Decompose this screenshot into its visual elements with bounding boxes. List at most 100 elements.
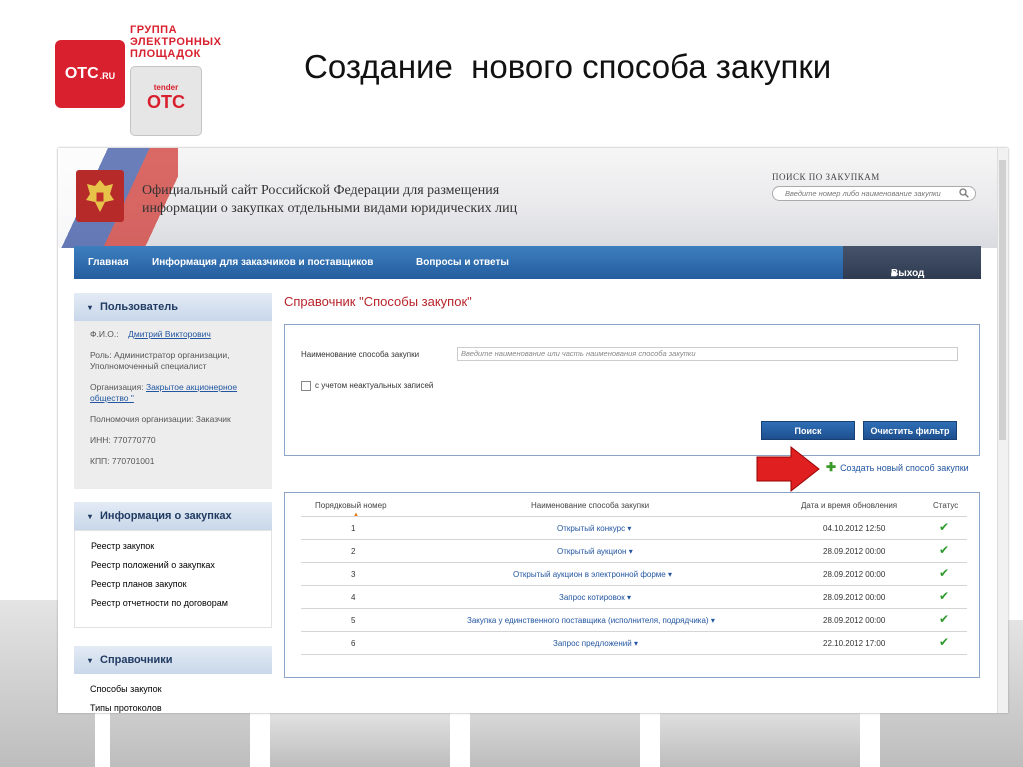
- row-number: 3: [351, 570, 356, 579]
- row-number: 5: [351, 616, 356, 625]
- status-check-icon: ✔: [939, 543, 950, 557]
- table-row[interactable]: 6 Запрос предложений ▾ 22.10.2012 17:00 …: [301, 632, 967, 655]
- row-date: 28.09.2012 00:00: [823, 616, 886, 625]
- group-caption: ГРУППА ЭЛЕКТРОННЫХ ПЛОЩАДОК: [130, 24, 221, 60]
- slide-title: Создание нового способа закупки: [304, 48, 832, 85]
- row-date: 28.09.2012 00:00: [823, 593, 886, 602]
- row-method-name[interactable]: Закупка у единственного поставщика (испо…: [467, 616, 715, 625]
- sidebar-refs: ▾ Справочники Способы закупок Типы проток…: [74, 646, 272, 713]
- create-method-label: Создать новый способ закупки: [840, 463, 969, 473]
- sidebar-refs-header[interactable]: ▾ Справочники: [74, 646, 272, 674]
- row-method-name[interactable]: Запрос предложений ▾: [553, 639, 638, 648]
- link-purchase-methods[interactable]: Способы закупок: [90, 684, 162, 694]
- link-protocol-types[interactable]: Типы протоколов: [90, 703, 162, 713]
- sidebar-purchases-header[interactable]: ▾ Информация о закупках: [74, 502, 272, 530]
- row-method-name-text: Запрос предложений: [553, 639, 632, 648]
- sidebar-purchases: ▾ Информация о закупках Реестр закупок Ре…: [74, 502, 272, 628]
- nav-info[interactable]: Информация для заказчиков и поставщиков: [152, 257, 373, 268]
- method-name-input[interactable]: Введите наименование или часть наименова…: [457, 347, 958, 361]
- chevron-down-icon: ▾: [88, 512, 93, 521]
- table-row[interactable]: 4 Запрос котировок ▾ 28.09.2012 00:00 ✔: [301, 586, 967, 609]
- main-nav: Главная Информация для заказчиков и пост…: [74, 246, 981, 279]
- scrollbar-thumb[interactable]: [999, 160, 1006, 440]
- otc-logo-suffix: .RU: [99, 71, 116, 81]
- inactive-records-checkbox[interactable]: [301, 381, 311, 391]
- sidebar-purchases-links: Реестр закупок Реестр положений о закупк…: [74, 530, 272, 628]
- chevron-down-icon: ▾: [88, 656, 93, 665]
- sidebar-user-title: Пользователь: [100, 301, 179, 313]
- site-title-line: информации о закупках отдельными видами …: [142, 201, 518, 216]
- row-method-name[interactable]: Запрос котировок ▾: [559, 593, 631, 602]
- row-method-name-text: Закупка у единственного поставщика (испо…: [467, 616, 709, 625]
- col-header-status[interactable]: Статус: [933, 501, 958, 510]
- site-header: Официальный сайт Российской Федерации дл…: [58, 148, 1008, 248]
- otc-logo-text: OTC: [64, 65, 99, 82]
- create-method-link[interactable]: ✚ Создать новый способ закупки: [826, 460, 969, 474]
- red-arrow-icon: [756, 445, 820, 493]
- table-row[interactable]: 1 Открытый конкурс ▾ 04.10.2012 12:50 ✔: [301, 517, 967, 540]
- scrollbar[interactable]: [997, 148, 1008, 713]
- table-row[interactable]: 2 Открытый аукцион ▾ 28.09.2012 00:00 ✔: [301, 540, 967, 563]
- status-check-icon: ✔: [939, 612, 950, 626]
- search-placeholder: Введите номер либо наименование закупки: [785, 189, 941, 198]
- search-input[interactable]: Введите номер либо наименование закупки: [772, 186, 976, 201]
- search-label: ПОИСК ПО ЗАКУПКАМ: [772, 172, 880, 182]
- user-fio-link[interactable]: Дмитрий Викторович: [128, 329, 211, 339]
- table-row[interactable]: 5 Закупка у единственного поставщика (ис…: [301, 609, 967, 632]
- link-reports-registry[interactable]: Реестр отчетности по договорам: [91, 598, 228, 608]
- exit-button[interactable]: 🔒︎ Выход: [843, 246, 981, 279]
- row-date: 28.09.2012 00:00: [823, 570, 886, 579]
- user-inn: ИНН: 770770770: [90, 435, 156, 445]
- page-title: Справочник "Способы закупок": [284, 294, 472, 309]
- sidebar-user: ▾ Пользователь Ф.И.О.: Дмитрий Викторович…: [74, 293, 272, 489]
- group-caption-line: ГРУППА: [130, 24, 178, 36]
- plus-icon: ✚: [826, 460, 837, 474]
- group-caption-line: ЭЛЕКТРОННЫХ: [130, 36, 222, 48]
- col-header-number[interactable]: Порядковый номер: [315, 501, 387, 510]
- sidebar-user-body: Ф.И.О.: Дмитрий Викторович Роль: Админис…: [74, 321, 272, 489]
- group-caption-line: ПЛОЩАДОК: [130, 48, 201, 60]
- col-header-name[interactable]: Наименование способа закупки: [531, 501, 649, 510]
- fio-label: Ф.И.О.:: [90, 329, 119, 339]
- row-number: 4: [351, 593, 356, 602]
- otc-logo: OTC .RU: [55, 40, 125, 108]
- row-number: 2: [351, 547, 356, 556]
- link-plans-registry[interactable]: Реестр планов закупок: [91, 579, 187, 589]
- methods-table: Порядковый номер ▲ Наименование способа …: [284, 492, 980, 678]
- user-fio: Ф.И.О.: Дмитрий Викторович: [90, 329, 256, 340]
- chevron-down-icon: ▾: [88, 303, 93, 312]
- link-regulations-registry[interactable]: Реестр положений о закупках: [91, 560, 215, 570]
- table-row[interactable]: 3 Открытый аукцион в электронной форме ▾…: [301, 563, 967, 586]
- nav-faq[interactable]: Вопросы и ответы: [416, 257, 509, 268]
- sidebar-user-header[interactable]: ▾ Пользователь: [74, 293, 272, 321]
- search-icon[interactable]: [959, 188, 969, 198]
- row-number: 6: [351, 639, 356, 648]
- tender-label: tender: [153, 83, 179, 92]
- row-method-name[interactable]: Открытый аукцион в электронной форме ▾: [513, 570, 672, 579]
- sidebar-purchases-title: Информация о закупках: [100, 510, 232, 522]
- status-check-icon: ✔: [939, 589, 950, 603]
- coat-of-arms-icon: [76, 170, 124, 222]
- inactive-records-label: с учетом неактуальных записей: [315, 381, 434, 390]
- row-method-name[interactable]: Открытый конкурс ▾: [557, 524, 631, 533]
- row-method-name[interactable]: Открытый аукцион ▾: [557, 547, 633, 556]
- link-purchase-registry[interactable]: Реестр закупок: [91, 541, 154, 551]
- user-kpp: КПП: 770701001: [90, 456, 155, 466]
- method-name-label: Наименование способа закупки: [301, 350, 420, 359]
- clear-filter-button[interactable]: Очистить фильтр: [863, 421, 957, 440]
- site-screenshot: Официальный сайт Российской Федерации дл…: [58, 148, 1008, 713]
- tender-otc-label: OTC: [147, 92, 185, 112]
- tender-otc-logo: tender OTC: [130, 66, 202, 136]
- status-check-icon: ✔: [939, 520, 950, 534]
- filter-panel: Наименование способа закупки Введите наи…: [284, 324, 980, 456]
- row-method-name-text: Открытый конкурс: [557, 524, 626, 533]
- user-role: Роль: Администратор организации, Уполном…: [90, 350, 230, 371]
- sidebar-refs-links: Способы закупок Типы протоколов: [74, 674, 272, 713]
- user-powers: Полномочия организации: Заказчик: [90, 414, 231, 424]
- search-button[interactable]: Поиск: [761, 421, 855, 440]
- col-header-date[interactable]: Дата и время обновления: [801, 501, 897, 510]
- status-check-icon: ✔: [939, 635, 950, 649]
- nav-home[interactable]: Главная: [88, 257, 129, 268]
- row-date: 28.09.2012 00:00: [823, 547, 886, 556]
- row-method-name-text: Запрос котировок: [559, 593, 625, 602]
